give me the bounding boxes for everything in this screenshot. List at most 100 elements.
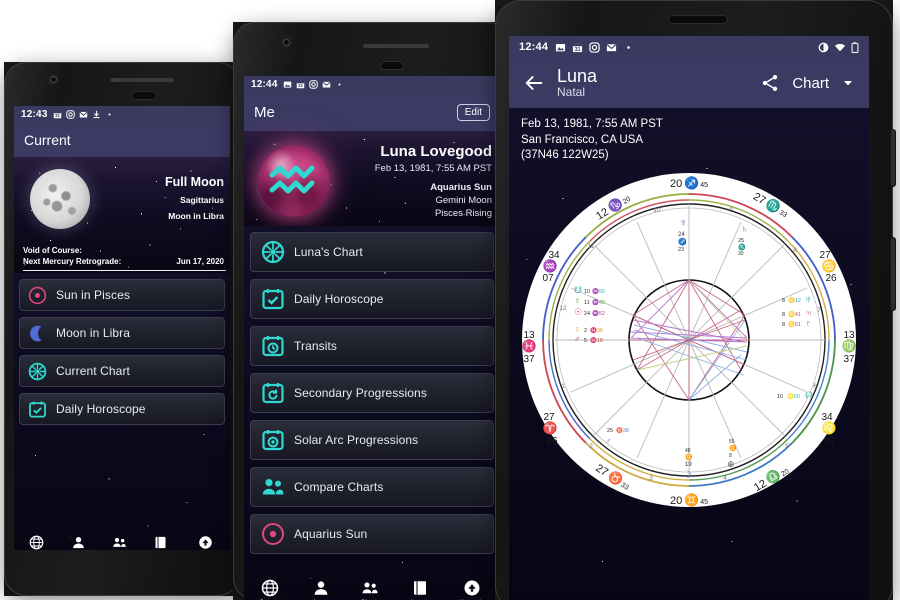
list-item[interactable]: Transits: [250, 326, 494, 366]
volume-button[interactable]: [891, 130, 895, 186]
list-item-label: Transits: [294, 339, 338, 353]
left-phone-camera-icon: [50, 76, 57, 83]
svg-text:♋51: ♋51: [788, 321, 801, 328]
svg-text:♅: ♅: [805, 294, 812, 304]
middle-phone-screen: 12:44 31 Me Edit Luna Lovegood Feb 13, 1…: [244, 76, 500, 600]
svg-text:☋: ☋: [574, 285, 582, 295]
svg-text:31: 31: [575, 46, 581, 52]
svg-text:♀: ♀: [574, 324, 581, 334]
edit-button[interactable]: Edit: [456, 103, 490, 121]
house-number: 12: [559, 305, 567, 312]
nav-item-luna[interactable]: Luna: [312, 579, 330, 600]
svg-text:♃: ♃: [805, 308, 812, 318]
svg-text:07: 07: [824, 436, 836, 447]
svg-text:♏: ♏: [738, 243, 746, 251]
list-item-label: Aquarius Sun: [294, 527, 368, 541]
brightness-icon: [818, 42, 829, 52]
list-item-label: Current Chart: [56, 364, 130, 378]
nav-item-charts[interactable]: Charts: [109, 535, 129, 550]
svg-text:♒40: ♒40: [592, 299, 605, 306]
profile-signs: Aquarius Sun Gemini Moon Pisces Rising: [375, 181, 492, 220]
nav-item-charts[interactable]: Charts: [360, 579, 380, 600]
house-number: 11: [588, 243, 595, 250]
svg-text:☊: ☊: [805, 390, 813, 400]
chart-menu-button[interactable]: Chart: [792, 75, 829, 92]
instagram-icon: [308, 80, 318, 89]
house-number: 3: [649, 475, 653, 482]
nav-item-luna[interactable]: Luna: [71, 535, 86, 550]
right-status-bar: 12:44 31: [509, 36, 869, 58]
chart-wheel-icon: [28, 362, 47, 380]
natal-chart-wheel[interactable]: 3 4 5 6 7 8 9 10 11 12 1 2 20 ♐45 20 ♊45…: [519, 170, 859, 510]
nav-item-upgrade[interactable]: Upgrade: [193, 535, 219, 550]
svg-text:♓16: ♓16: [590, 337, 603, 344]
gmail-icon: [79, 111, 88, 118]
svg-text:♋12: ♋12: [788, 297, 801, 304]
battery-icon: [851, 41, 859, 53]
right-phone-screen: 12:44 31 Luna Natal Chart Feb 13, 1981, …: [509, 36, 869, 600]
power-button[interactable]: [891, 238, 895, 310]
svg-text:48: 48: [685, 448, 691, 454]
nav-item-learn[interactable]: Learn: [152, 535, 169, 550]
list-item[interactable]: Current Chart: [19, 355, 225, 387]
moon-phase-title: Full Moon: [164, 175, 224, 189]
svg-text:♒50: ♒50: [592, 288, 605, 295]
person-icon: [314, 581, 328, 595]
back-arrow-icon[interactable]: [523, 72, 545, 94]
list-item[interactable]: Daily Horoscope: [250, 279, 494, 319]
middle-app-title: Me: [254, 103, 275, 121]
chart-birth-info: Feb 13, 1981, 7:55 AM PST San Francisco,…: [509, 108, 869, 164]
list-item[interactable]: Moon in Libra: [19, 317, 225, 349]
nav-item-learn[interactable]: Learn: [411, 579, 429, 600]
calendar-31-icon: 31: [53, 111, 61, 119]
nav-item-current[interactable]: Current: [26, 535, 48, 550]
calendar-refresh-icon: [262, 383, 284, 404]
sun-sign: Aquarius Sun: [430, 182, 492, 193]
list-item[interactable]: Luna's Chart: [250, 232, 494, 272]
house-number: 2: [589, 443, 593, 450]
svg-text:♐: ♐: [678, 237, 687, 246]
left-hero: Full Moon Sagittarius Moon in Libra Void…: [14, 157, 230, 273]
list-item-label: Daily Horoscope: [56, 402, 146, 416]
aquarius-avatar: [258, 145, 330, 217]
list-item[interactable]: Daily Horoscope: [19, 393, 225, 425]
aquarius-glyph: [269, 165, 315, 194]
left-status-time: 12:43: [21, 109, 48, 120]
svg-text:19: 19: [685, 462, 692, 468]
list-item[interactable]: Secondary Progressions: [250, 373, 494, 413]
svg-text:⊕: ⊕: [727, 459, 735, 469]
svg-text:11: 11: [584, 300, 590, 306]
svg-text:55: 55: [729, 439, 735, 445]
left-hero-text: Full Moon Sagittarius Moon in Libra: [165, 175, 224, 221]
sun-icon: [262, 523, 284, 545]
chart-wheel-svg: 3 4 5 6 7 8 9 10 11 12 1 2 20 ♐45 20 ♊45…: [522, 173, 857, 507]
nav-item-current[interactable]: Current: [259, 579, 281, 600]
left-status-icons: 31: [53, 110, 114, 119]
svg-text:☉: ☉: [574, 307, 582, 317]
share-icon[interactable]: [760, 73, 780, 93]
globe-icon: [29, 535, 44, 550]
svg-text:25: 25: [738, 238, 744, 244]
svg-text:26: 26: [546, 436, 558, 447]
middle-status-icons: 31: [283, 80, 344, 89]
list-item[interactable]: Compare Charts: [250, 467, 494, 507]
list-item[interactable]: Aquarius Sun: [250, 514, 494, 554]
list-item-label: Secondary Progressions: [294, 386, 427, 400]
gmail-icon: [322, 81, 331, 88]
nav-item-upgrade[interactable]: Upgrade: [459, 579, 485, 600]
right-chart-area: Feb 13, 1981, 7:55 AM PST San Francisco,…: [509, 108, 869, 600]
svg-text:30: 30: [738, 251, 744, 257]
list-item[interactable]: Solar Arc Progressions: [250, 420, 494, 460]
svg-text:♋41: ♋41: [788, 311, 801, 318]
book-icon: [413, 581, 426, 595]
middle-status-time: 12:44: [251, 79, 278, 90]
instagram-icon: [589, 41, 600, 53]
house-number: 1: [561, 383, 565, 390]
dot-icon: [627, 45, 630, 49]
list-item[interactable]: Sun in Pisces: [19, 279, 225, 311]
chart-wheel-icon: [261, 240, 285, 264]
list-item-label: Sun in Pisces: [56, 288, 131, 302]
screenshot-stage: 12:43 31 Current Full Moon Sagittarius M…: [0, 0, 900, 600]
middle-phone: 12:44 31 Me Edit Luna Lovegood Feb 13, 1…: [233, 22, 511, 600]
chevron-down-icon[interactable]: [841, 76, 855, 90]
